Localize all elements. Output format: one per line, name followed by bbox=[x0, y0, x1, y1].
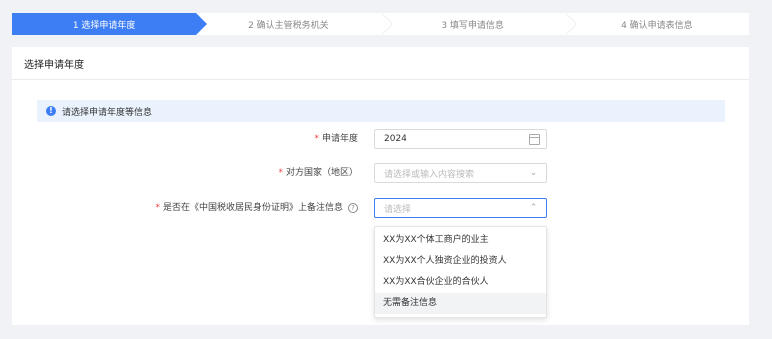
step-label: 4 确认申请表信息 bbox=[621, 20, 693, 31]
chevron-up-icon: ⌃ bbox=[529, 203, 538, 213]
remark-placeholder: 请选择 bbox=[384, 204, 412, 215]
dropdown-option[interactable]: XX为XX个人独资企业的投资人 bbox=[375, 251, 546, 272]
step-label: 3 填写申请信息 bbox=[441, 20, 504, 31]
chevron-down-icon: ⌄ bbox=[529, 168, 538, 178]
step-confirm-tax-authority[interactable]: 2 确认主管税务机关 bbox=[196, 13, 393, 35]
year-value: 2024 bbox=[384, 134, 407, 144]
step-label: 1 选择申请年度 bbox=[72, 20, 136, 31]
row-country: * 对方国家（地区） 请选择或输入内容搜索 ⌄ bbox=[12, 163, 749, 183]
question-circle-icon[interactable]: ? bbox=[348, 203, 358, 213]
step-fill-info[interactable]: 3 填写申请信息 bbox=[380, 13, 577, 35]
country-select[interactable]: 请选择或输入内容搜索 ⌄ bbox=[374, 163, 547, 183]
info-banner: ! 请选择申请年度等信息 bbox=[37, 100, 725, 122]
country-placeholder: 请选择或输入内容搜索 bbox=[384, 169, 475, 180]
remark-label: * 是否在《中国税收居民身份证明》上备注信息 ? bbox=[155, 198, 358, 218]
info-circle-icon: ! bbox=[46, 106, 56, 116]
dropdown-option[interactable]: 无需备注信息 bbox=[375, 293, 546, 314]
step-label: 2 确认主管税务机关 bbox=[248, 20, 329, 31]
dropdown-option[interactable]: XX为XX合伙企业的合伙人 bbox=[375, 272, 546, 293]
stepper: 1 选择申请年度 2 确认主管税务机关 3 填写申请信息 4 确认申请表信息 bbox=[12, 13, 749, 35]
year-picker[interactable]: 2024 bbox=[374, 129, 547, 149]
remark-dropdown: XX为XX个体工商户的业主 XX为XX个人独资企业的投资人 XX为XX合伙企业的… bbox=[374, 226, 547, 318]
country-label: * 对方国家（地区） bbox=[278, 168, 358, 178]
row-year: * 申请年度 2024 bbox=[12, 129, 749, 149]
remark-select[interactable]: 请选择 ⌃ bbox=[374, 198, 547, 218]
card-title: 选择申请年度 bbox=[12, 47, 749, 80]
row-remark: * 是否在《中国税收居民身份证明》上备注信息 ? 请选择 ⌃ bbox=[12, 198, 749, 218]
calendar-icon bbox=[529, 134, 540, 145]
dropdown-option[interactable]: XX为XX个体工商户的业主 bbox=[375, 230, 546, 251]
step-confirm-form[interactable]: 4 确认申请表信息 bbox=[564, 13, 749, 35]
year-label: * 申请年度 bbox=[314, 134, 358, 144]
info-text: 请选择申请年度等信息 bbox=[62, 107, 153, 118]
step-select-year[interactable]: 1 选择申请年度 bbox=[12, 13, 208, 35]
